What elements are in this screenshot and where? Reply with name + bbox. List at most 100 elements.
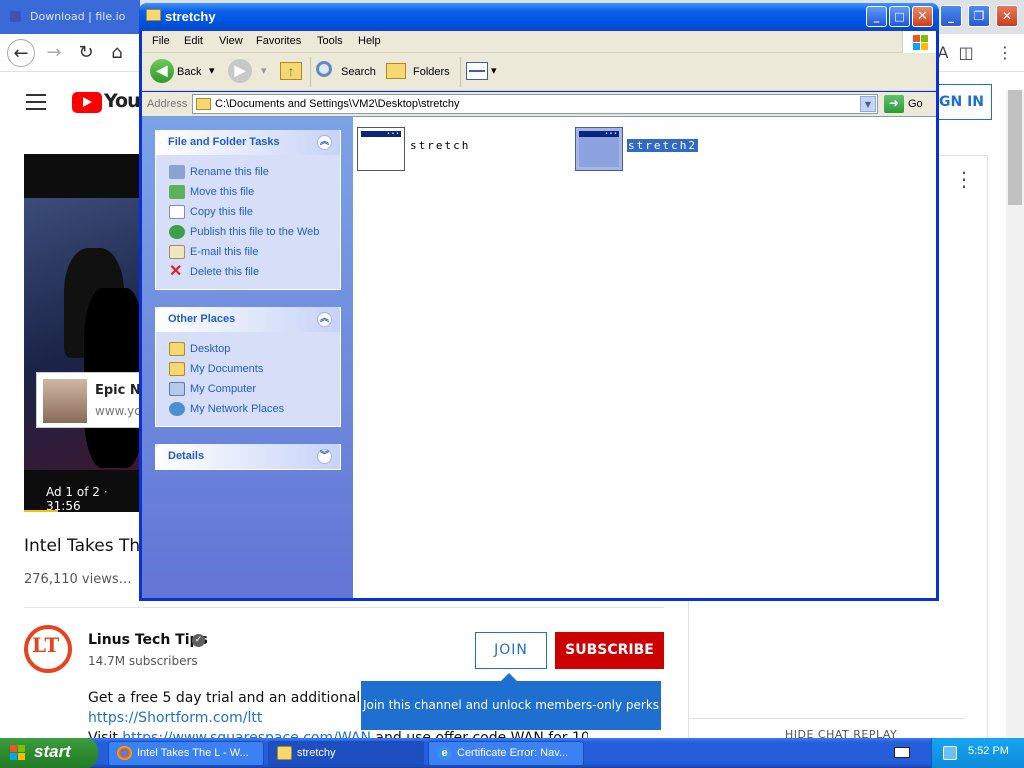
browser-minimize-button[interactable]: _	[940, 5, 962, 27]
browser-menu-icon[interactable]: ⋮	[992, 39, 1018, 67]
hide-chat-replay-button[interactable]: HIDE CHAT REPLAY	[785, 728, 897, 738]
toolbar-separator	[310, 57, 311, 87]
browser-close-button[interactable]: ✕	[996, 5, 1018, 27]
place-desktop[interactable]: Desktop	[156, 340, 340, 360]
ad-card[interactable]: Epic Ne www.yo	[36, 372, 150, 428]
maximize-button[interactable]: □	[889, 6, 910, 27]
taskbar: start Intel Takes The L - W... stretchy …	[0, 738, 1024, 768]
go-arrow-icon[interactable]: ➜	[884, 95, 904, 113]
video-frame	[24, 198, 140, 470]
menu-edit[interactable]: Edit	[184, 35, 203, 47]
standard-toolbar: ◀ Back ▾ ▶ ▾ ↑ Search Folders ▾	[142, 53, 936, 91]
file-name: stretch2	[627, 139, 698, 152]
folders-label: Folders	[413, 66, 450, 78]
close-button[interactable]: ✕	[912, 6, 933, 27]
menu-help[interactable]: Help	[358, 35, 381, 47]
tray-network-icon[interactable]	[943, 746, 957, 760]
file-list-pane[interactable]: stretch stretch2	[353, 117, 936, 598]
reload-icon[interactable]: ↻	[72, 39, 100, 67]
folders-button[interactable]: Folders	[386, 59, 452, 85]
move-icon	[169, 185, 185, 199]
browser-restore-button[interactable]: ❐	[968, 5, 990, 27]
menu-file[interactable]: File	[152, 35, 170, 47]
go-button[interactable]: Go	[908, 98, 923, 110]
minimize-button[interactable]: _	[866, 6, 887, 27]
toolbar-separator	[460, 57, 461, 87]
tasks-header[interactable]: File and Folder Tasks ︽	[156, 130, 340, 155]
details-header[interactable]: Details ︾	[156, 444, 340, 469]
program-window-icon	[575, 127, 623, 171]
file-item[interactable]: stretch	[357, 127, 477, 171]
channel-avatar[interactable]	[24, 625, 72, 673]
search-icon	[316, 61, 332, 77]
folder-icon	[277, 746, 292, 760]
folders-icon	[386, 63, 406, 79]
collapse-icon[interactable]: ︽	[317, 312, 332, 327]
back-arrow-icon: ◀	[150, 59, 174, 83]
sign-in-button[interactable]: GN IN	[932, 84, 992, 120]
youtube-logo-icon[interactable]	[72, 92, 102, 113]
back-button[interactable]: ◀ Back ▾	[150, 59, 220, 85]
description-link[interactable]: https://Shortform.com/ltt	[88, 710, 262, 726]
task-rename[interactable]: Rename this file	[156, 163, 340, 183]
verified-icon: ✓	[192, 634, 205, 647]
menu-favorites[interactable]: Favorites	[256, 35, 301, 47]
scrollbar-thumb[interactable]	[1008, 90, 1022, 205]
chat-divider	[688, 718, 964, 719]
description-line-1: Get a free 5 day trial and an additional…	[88, 690, 368, 706]
file-item-selected[interactable]: stretch2	[575, 127, 705, 171]
task-publish[interactable]: Publish this file to the Web	[156, 223, 340, 243]
task-delete[interactable]: ✕ Delete this file	[156, 263, 340, 283]
place-my-computer[interactable]: My Computer	[156, 380, 340, 400]
task-copy[interactable]: Copy this file	[156, 203, 340, 223]
address-input[interactable]: C:\Documents and Settings\VM2\Desktop\st…	[192, 94, 878, 114]
ad-label: Ad 1 of 2 · 31:56	[46, 485, 108, 512]
forward-arrow-icon[interactable]: →	[40, 39, 68, 67]
taskbar-item-label: stretchy	[297, 747, 336, 759]
forward-button[interactable]: ▶ ▾	[228, 59, 268, 85]
menu-tools[interactable]: Tools	[317, 35, 343, 47]
chevron-down-icon[interactable]: ▾	[261, 64, 267, 77]
task-move[interactable]: Move this file	[156, 183, 340, 203]
join-button[interactable]: JOIN	[475, 632, 547, 669]
address-dropdown-icon[interactable]: ▼	[860, 96, 876, 112]
sidebar-icon[interactable]: ◫	[953, 39, 979, 67]
task-label: Rename this file	[190, 166, 269, 178]
place-my-documents[interactable]: My Documents	[156, 360, 340, 380]
start-button[interactable]: start	[0, 738, 98, 768]
taskbar-item-ie[interactable]: e Certificate Error: Nav...	[428, 741, 584, 766]
video-progress[interactable]	[24, 510, 58, 512]
menu-bar: File Edit View Favorites Tools Help	[142, 31, 936, 53]
browser-tab[interactable]: Download | file.io	[0, 0, 140, 34]
place-label: My Network Places	[190, 403, 285, 415]
home-icon[interactable]: ⌂	[103, 39, 131, 67]
search-button[interactable]: Search	[314, 59, 380, 85]
address-path: C:\Documents and Settings\VM2\Desktop\st…	[215, 98, 460, 110]
place-network[interactable]: My Network Places	[156, 400, 340, 420]
keyboard-icon[interactable]	[894, 747, 910, 758]
hamburger-menu-icon[interactable]	[26, 94, 46, 110]
up-folder-button[interactable]: ↑	[278, 59, 304, 85]
subscriber-count: 14.7M subscribers	[88, 654, 198, 668]
back-arrow-icon[interactable]: ←	[7, 39, 35, 67]
ad-thumbnail	[43, 379, 87, 423]
menu-view[interactable]: View	[219, 35, 243, 47]
channel-name[interactable]: Linus Tech Tips	[88, 632, 208, 648]
taskbar-item-chrome[interactable]: Intel Takes The L - W...	[108, 741, 264, 766]
expand-icon[interactable]: ︾	[317, 449, 332, 464]
page-scrollbar[interactable]	[1006, 90, 1024, 750]
taskbar-item-explorer[interactable]: stretchy	[268, 741, 424, 766]
chevron-down-icon[interactable]: ▾	[209, 64, 215, 77]
other-places-header[interactable]: Other Places ︽	[156, 307, 340, 332]
explorer-titlebar[interactable]: stretchy _ □ ✕	[139, 3, 939, 31]
subscribe-button[interactable]: SUBSCRIBE	[555, 632, 664, 669]
taskbar-item-label: Intel Takes The L - W...	[137, 747, 249, 759]
divider	[24, 607, 664, 608]
views-button[interactable]: ▾	[466, 59, 500, 85]
place-label: My Documents	[190, 363, 264, 375]
chat-menu-icon[interactable]: ⋮	[954, 168, 974, 190]
task-email[interactable]: E-mail this file	[156, 243, 340, 263]
other-places-body: Desktop My Documents My Computer My Netw…	[156, 332, 340, 426]
video-player[interactable]: Ad 1 of 2 · 31:56	[24, 154, 140, 512]
collapse-icon[interactable]: ︽	[317, 135, 332, 150]
